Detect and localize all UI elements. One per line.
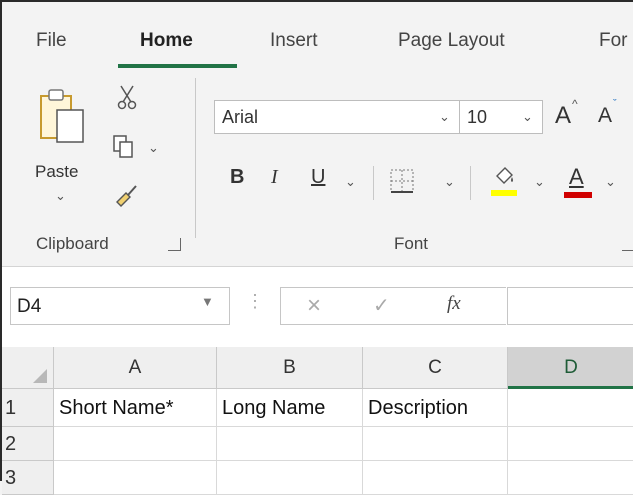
underline-dropdown-icon[interactable]: ⌄ xyxy=(345,174,356,190)
font-color-swatch xyxy=(564,192,592,198)
clipboard-dialog-launcher-icon[interactable] xyxy=(168,238,181,251)
clipboard-group-label: Clipboard xyxy=(36,234,109,253)
formula-buttons: × ✓ fx xyxy=(280,287,506,325)
tab-page-layout[interactable]: Page Layout xyxy=(398,30,505,52)
cell-c3[interactable] xyxy=(363,461,508,495)
group-separator xyxy=(195,78,196,238)
select-all-corner[interactable] xyxy=(2,347,54,389)
font-color-dropdown-icon[interactable]: ⌄ xyxy=(605,174,616,190)
select-all-icon xyxy=(33,369,47,383)
cell-b3[interactable] xyxy=(217,461,363,495)
active-tab-indicator xyxy=(118,64,237,68)
name-box[interactable]: D4 ▼ xyxy=(10,287,230,325)
font-color-button[interactable]: A xyxy=(564,162,594,200)
font-color-icon: A xyxy=(569,164,584,189)
font-size-value: 10 xyxy=(467,107,488,127)
cut-icon[interactable] xyxy=(116,84,138,110)
column-header-c[interactable]: C xyxy=(363,347,508,389)
fill-color-dropdown-icon[interactable]: ⌄ xyxy=(534,174,545,190)
decrease-font-icon: A xyxy=(598,104,613,127)
cell-d3[interactable] xyxy=(508,461,633,495)
bold-button[interactable]: B xyxy=(230,166,244,189)
window-frame: File Home Insert Page Layout For Paste ⌄ xyxy=(0,0,633,495)
cell-a1[interactable]: Short Name* xyxy=(54,389,217,427)
font-name-value: Arial xyxy=(222,107,259,127)
row-header-2[interactable]: 2 xyxy=(2,427,54,461)
cell-b2[interactable] xyxy=(217,427,363,461)
borders-dropdown-icon[interactable]: ⌄ xyxy=(444,174,455,190)
underline-button[interactable]: U xyxy=(311,166,325,189)
format-painter-icon[interactable] xyxy=(114,182,140,208)
tab-formulas[interactable]: For xyxy=(599,30,628,52)
fill-color-swatch xyxy=(491,190,517,196)
cancel-entry-icon[interactable]: × xyxy=(307,292,321,320)
ribbon-home: Paste ⌄ ⌄ Clipboard Arial ⌄ 10 ⌄ A ^ A ˇ… xyxy=(2,70,633,267)
name-box-dropdown-icon[interactable]: ▼ xyxy=(201,294,214,309)
cell-c1[interactable]: Description xyxy=(363,389,508,427)
tab-insert[interactable]: Insert xyxy=(270,30,318,52)
cell-b1[interactable]: Long Name xyxy=(217,389,363,427)
font-group-label: Font xyxy=(394,234,429,253)
tab-file[interactable]: File xyxy=(36,30,67,52)
font-name-combo[interactable]: Arial ⌄ xyxy=(214,100,460,134)
paste-icon xyxy=(40,89,84,143)
paste-label: Paste xyxy=(35,162,79,181)
row-header-3[interactable]: 3 xyxy=(2,461,54,495)
decrease-font-size-button[interactable]: A ˇ xyxy=(598,98,628,132)
row-header-1[interactable]: 1 xyxy=(2,389,54,427)
font-size-dropdown-icon[interactable]: ⌄ xyxy=(522,109,533,125)
name-box-value: D4 xyxy=(17,296,42,317)
formula-input[interactable] xyxy=(507,287,633,325)
fill-color-button[interactable] xyxy=(491,164,521,200)
formula-bar-grip-icon[interactable]: ⋮ xyxy=(246,291,264,312)
column-header-a[interactable]: A xyxy=(54,347,217,389)
cell-a3[interactable] xyxy=(54,461,217,495)
formula-bar: D4 ▼ ⋮ × ✓ fx xyxy=(2,267,633,347)
font-size-combo[interactable]: 10 ⌄ xyxy=(459,100,543,134)
toolbar-separator xyxy=(470,166,471,200)
ribbon-tab-bar: File Home Insert Page Layout For xyxy=(2,2,633,70)
font-name-dropdown-icon[interactable]: ⌄ xyxy=(439,109,450,125)
toolbar-separator xyxy=(373,166,374,200)
paste-dropdown-icon: ⌄ xyxy=(55,188,66,203)
paste-button[interactable]: Paste ⌄ xyxy=(30,84,102,214)
worksheet-grid: A B C D 1 Short Name* Long Name Descript… xyxy=(2,347,633,495)
cell-d2[interactable] xyxy=(508,427,633,461)
copy-dropdown-icon[interactable]: ⌄ xyxy=(148,140,159,156)
font-dialog-launcher-icon[interactable] xyxy=(622,238,633,251)
column-header-d[interactable]: D xyxy=(508,347,633,389)
insert-function-icon[interactable]: fx xyxy=(447,293,461,315)
column-header-b[interactable]: B xyxy=(217,347,363,389)
increase-font-icon: A xyxy=(555,102,572,129)
cell-d1[interactable] xyxy=(508,389,633,427)
borders-icon[interactable] xyxy=(389,168,415,194)
paint-bucket-icon xyxy=(496,167,513,184)
confirm-entry-icon[interactable]: ✓ xyxy=(373,293,390,318)
increase-font-size-button[interactable]: A ^ xyxy=(555,97,585,132)
cell-c2[interactable] xyxy=(363,427,508,461)
copy-icon[interactable] xyxy=(112,134,138,160)
cell-a2[interactable] xyxy=(54,427,217,461)
italic-button[interactable]: I xyxy=(271,166,278,189)
tab-home[interactable]: Home xyxy=(140,30,193,52)
